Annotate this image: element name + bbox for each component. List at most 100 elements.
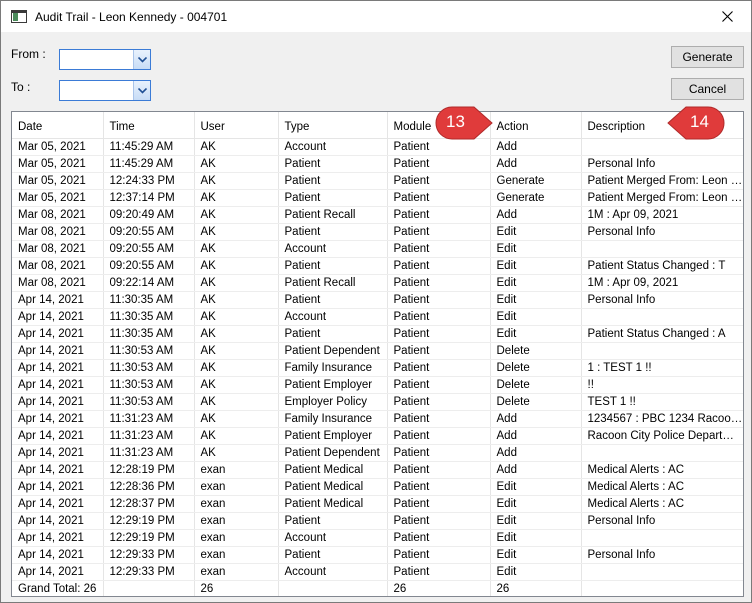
app-window-icon xyxy=(11,10,27,23)
column-header-type[interactable]: Type xyxy=(278,112,388,139)
table-row[interactable]: Mar 08, 2021 09:20:49 AM AK Patient Recall P… xyxy=(12,206,743,224)
table-row[interactable]: Mar 08, 2021 09:20:55 AM AK Account Patient E… xyxy=(12,240,743,258)
cell-user: exan xyxy=(194,529,279,547)
table-row[interactable]: Mar 08, 2021 09:22:14 AM AK Patient Recall P… xyxy=(12,274,743,292)
cell-type: Account xyxy=(278,138,388,156)
cancel-button[interactable]: Cancel xyxy=(671,78,744,100)
cell-action: Add xyxy=(490,461,582,479)
cell-action: Delete xyxy=(490,342,582,360)
table-row[interactable]: Apr 14, 2021 11:31:23 AM AK Family Insuranc… xyxy=(12,410,743,428)
table-row[interactable]: Mar 05, 2021 11:45:29 AM AK Account Patient A… xyxy=(12,138,743,156)
cell-action: Edit xyxy=(490,257,582,275)
cell-type: Patient Medical xyxy=(278,478,388,496)
cell-time: 12:29:33 PM xyxy=(103,546,195,564)
cell-time: 11:30:53 AM xyxy=(103,359,195,377)
cell-action: Delete xyxy=(490,393,582,411)
table-row[interactable]: Mar 08, 2021 09:20:55 AM AK Patient Patient E… xyxy=(12,223,743,241)
table-row[interactable]: Mar 05, 2021 12:37:14 PM AK Patient Patient G… xyxy=(12,189,743,207)
cell-action: Delete xyxy=(490,359,582,377)
cell-date: Apr 14, 2021 xyxy=(12,393,104,411)
cell-time: 09:20:49 AM xyxy=(103,206,195,224)
cell-module: Patient xyxy=(387,461,491,479)
column-header-time[interactable]: Time xyxy=(103,112,195,139)
cell-user: AK xyxy=(194,189,279,207)
table-row[interactable]: Apr 14, 2021 12:28:36 PM exan Patient Medic… xyxy=(12,478,743,496)
cell-time: 09:22:14 AM xyxy=(103,274,195,292)
cell-user: exan xyxy=(194,461,279,479)
generate-button[interactable]: Generate xyxy=(671,46,744,68)
cell-description xyxy=(581,444,743,462)
cell-type: Account xyxy=(278,529,388,547)
cell-module: Patient xyxy=(387,376,491,394)
table-row[interactable]: Apr 14, 2021 11:30:35 AM AK Account Patient E… xyxy=(12,308,743,326)
column-header-action[interactable]: Action xyxy=(490,112,582,139)
from-dropdown-button[interactable] xyxy=(133,50,150,69)
cell-module: Patient xyxy=(387,512,491,530)
table-row[interactable]: Apr 14, 2021 12:29:33 PM exan Account Patien… xyxy=(12,563,743,581)
table-row[interactable]: Mar 05, 2021 11:45:29 AM AK Patient Patient A… xyxy=(12,155,743,173)
from-date-combo[interactable] xyxy=(59,49,151,70)
window-title: Audit Trail - Leon Kennedy - 004701 xyxy=(35,10,228,24)
table-row[interactable]: Apr 14, 2021 11:30:53 AM AK Employer Policy… xyxy=(12,393,743,411)
to-date-combo[interactable] xyxy=(59,80,151,101)
cell-date: Mar 05, 2021 xyxy=(12,155,104,173)
table-row[interactable]: Apr 14, 2021 12:29:33 PM exan Patient Patien… xyxy=(12,546,743,564)
cell-type: Account xyxy=(278,563,388,581)
cell-user: exan xyxy=(194,546,279,564)
table-row[interactable]: Apr 14, 2021 11:30:53 AM AK Family Insuranc… xyxy=(12,359,743,377)
cell-action: Edit xyxy=(490,546,582,564)
cell-module: Patient xyxy=(387,257,491,275)
table-row[interactable]: Mar 08, 2021 09:20:55 AM AK Patient Patient E… xyxy=(12,257,743,275)
table-row[interactable]: Apr 14, 2021 11:30:35 AM AK Patient Patient E… xyxy=(12,325,743,343)
cell-module: Patient xyxy=(387,240,491,258)
title-bar[interactable]: Audit Trail - Leon Kennedy - 004701 xyxy=(1,1,751,32)
column-header-user[interactable]: User xyxy=(194,112,279,139)
cell-description: TEST 1 !! xyxy=(581,393,743,411)
cell-action: Add xyxy=(490,427,582,445)
cell-user: AK xyxy=(194,325,279,343)
cell-date: Apr 14, 2021 xyxy=(12,325,104,343)
audit-grid[interactable]: Date Time User Type Module Action Description … xyxy=(11,111,744,597)
cell-type: Patient xyxy=(278,257,388,275)
cell-module: Patient xyxy=(387,478,491,496)
table-row[interactable]: Apr 14, 2021 11:30:35 AM AK Patient Patient E… xyxy=(12,291,743,309)
cell-date: Mar 05, 2021 xyxy=(12,172,104,190)
cell-description: Patient Status Changed : T xyxy=(581,257,743,275)
table-row[interactable]: Mar 05, 2021 12:24:33 PM AK Patient Patient G… xyxy=(12,172,743,190)
cell-user: AK xyxy=(194,410,279,428)
cell-action: Add xyxy=(490,444,582,462)
cell-description: Racoon City Police Department xyxy=(581,427,743,445)
table-row[interactable]: Apr 14, 2021 11:31:23 AM AK Patient Depende… xyxy=(12,444,743,462)
cell-action: Edit xyxy=(490,240,582,258)
cell-date: Apr 14, 2021 xyxy=(12,291,104,309)
table-row[interactable]: Apr 14, 2021 12:28:19 PM exan Patient Medic… xyxy=(12,461,743,479)
cell-description: !! xyxy=(581,376,743,394)
cell-time: 12:28:19 PM xyxy=(103,461,195,479)
cell-module: Patient xyxy=(387,155,491,173)
close-button[interactable] xyxy=(705,1,751,32)
cell-time: 12:29:19 PM xyxy=(103,512,195,530)
table-row[interactable]: Apr 14, 2021 12:29:19 PM exan Account Patien… xyxy=(12,529,743,547)
callout-13-label: 13 xyxy=(446,112,465,131)
table-row[interactable]: Apr 14, 2021 12:28:37 PM exan Patient Medic… xyxy=(12,495,743,513)
table-row[interactable]: Apr 14, 2021 11:30:53 AM AK Patient Employe… xyxy=(12,376,743,394)
table-row[interactable]: Apr 14, 2021 12:29:19 PM exan Patient Patien… xyxy=(12,512,743,530)
total-module: 26 xyxy=(387,580,491,596)
cell-time: 11:30:35 AM xyxy=(103,308,195,326)
cell-action: Edit xyxy=(490,223,582,241)
column-header-date[interactable]: Date xyxy=(12,112,104,139)
cell-date: Mar 05, 2021 xyxy=(12,138,104,156)
cell-description: Patient Status Changed : A xyxy=(581,325,743,343)
cell-date: Apr 14, 2021 xyxy=(12,308,104,326)
table-row[interactable]: Apr 14, 2021 11:30:53 AM AK Patient Depende… xyxy=(12,342,743,360)
cell-user: AK xyxy=(194,444,279,462)
to-dropdown-button[interactable] xyxy=(133,81,150,100)
cell-description: Personal Info xyxy=(581,546,743,564)
dialog-body: From : To : Generate Cancel Date Time User… xyxy=(1,32,751,602)
cell-type: Patient xyxy=(278,512,388,530)
cell-date: Mar 08, 2021 xyxy=(12,274,104,292)
cell-user: AK xyxy=(194,257,279,275)
table-row[interactable]: Apr 14, 2021 11:31:23 AM AK Patient Employe… xyxy=(12,427,743,445)
cell-date: Apr 14, 2021 xyxy=(12,376,104,394)
cell-user: AK xyxy=(194,274,279,292)
